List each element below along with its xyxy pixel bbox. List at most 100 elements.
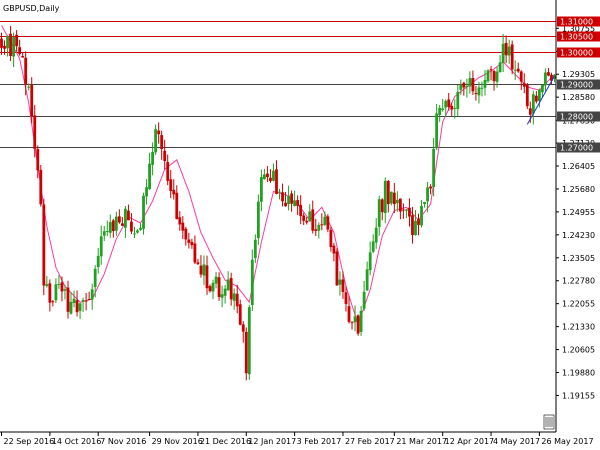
candle-body: [547, 72, 550, 76]
candle-body: [417, 219, 420, 225]
candle-body: [344, 292, 348, 304]
level-price-label: 1.27000: [560, 144, 593, 153]
candle-body: [519, 71, 523, 82]
date-tick-label: 4 May 2017: [493, 437, 540, 446]
candle-body: [392, 192, 396, 205]
candle-body: [471, 77, 475, 92]
candle-body: [356, 315, 360, 334]
candle-body: [160, 135, 164, 150]
candle-body: [75, 300, 79, 313]
candle-body: [489, 69, 493, 71]
candle-body: [117, 216, 121, 223]
candle-body: [305, 220, 309, 223]
candle-body: [108, 222, 112, 233]
candle-body: [42, 204, 46, 286]
chart-title: GBPUSD,Daily: [3, 4, 60, 13]
candle-body: [60, 282, 64, 292]
candle-body: [450, 105, 454, 110]
candle-body: [537, 89, 541, 101]
candle-body: [510, 44, 514, 70]
candle-body: [232, 293, 236, 301]
candle-body: [114, 216, 118, 231]
candle-body: [72, 298, 76, 304]
candle-body: [299, 204, 303, 217]
candle-body: [111, 220, 115, 232]
candle-body: [438, 107, 442, 115]
candle-body: [87, 298, 91, 300]
candle-body: [544, 72, 547, 86]
candle-body: [408, 207, 411, 217]
candle-body: [380, 199, 384, 213]
price-tick-label: 1.22780: [562, 277, 595, 286]
candle-body: [66, 287, 70, 312]
candle-body: [54, 284, 58, 301]
candle-body: [341, 279, 345, 292]
candle-body: [293, 200, 297, 207]
price-tick-label: 1.21330: [562, 323, 595, 332]
candle-body: [0, 38, 3, 48]
candle-body: [105, 231, 109, 233]
candle-body: [99, 236, 103, 257]
candle-body: [208, 286, 212, 292]
candle-body: [534, 95, 538, 102]
candle-body: [426, 187, 429, 202]
candle-body: [281, 192, 284, 202]
candle-body: [513, 69, 517, 71]
candle-body: [284, 202, 287, 207]
candle-body: [389, 191, 393, 204]
candle-body: [414, 220, 417, 236]
candle-body: [27, 86, 31, 88]
candle-body: [220, 294, 224, 298]
candle-body: [256, 201, 260, 239]
candle-body: [531, 94, 535, 114]
date-tick-label: 12 Apr 2017: [445, 437, 494, 446]
price-tick-label: 1.24955: [562, 208, 595, 217]
candle-body: [187, 239, 191, 243]
date-tick-label: 3 Feb 2017: [297, 437, 342, 446]
candle-body: [133, 233, 136, 235]
price-tick-label: 1.22055: [562, 300, 595, 309]
candle-body: [6, 35, 9, 49]
candle-body: [359, 310, 363, 332]
candle-body: [214, 276, 218, 284]
candle-body: [196, 262, 200, 265]
candle-body: [102, 231, 106, 236]
candle-body: [48, 283, 52, 303]
candle-body: [120, 223, 124, 226]
candle-body: [178, 217, 182, 225]
candle-body: [130, 221, 133, 232]
candle-body: [395, 199, 399, 204]
candle-body: [323, 216, 327, 225]
candle-body: [33, 115, 37, 149]
candle-body: [211, 282, 215, 292]
level-price-label: 1.31000: [560, 18, 593, 27]
candle-body: [136, 230, 139, 233]
candle-body: [504, 42, 508, 56]
price-tick-label: 1.29305: [562, 70, 595, 79]
candle-body: [287, 195, 290, 205]
candle-body: [308, 211, 312, 222]
candle-body: [259, 176, 263, 202]
candle-body: [139, 227, 142, 230]
candle-body: [374, 227, 378, 243]
candle-body: [250, 259, 254, 306]
candle-body: [320, 224, 324, 226]
date-tick-label: 14 Oct 2016: [52, 437, 101, 446]
candle-body: [429, 186, 432, 189]
candle-body: [57, 283, 61, 285]
candle-body: [124, 208, 127, 228]
candle-body: [190, 241, 194, 246]
price-tick-label: 1.19155: [562, 391, 595, 400]
candle-body: [93, 268, 97, 288]
candle-body: [154, 129, 158, 153]
candle-body: [486, 70, 490, 82]
candle-body: [226, 279, 230, 291]
date-tick-label: 21 Dec 2016: [200, 437, 251, 446]
candle-body: [244, 331, 248, 374]
candle-body: [127, 210, 130, 221]
level-price-label: 1.28000: [560, 113, 593, 122]
level-price-label: 1.30000: [560, 49, 593, 58]
candle-body: [172, 189, 176, 195]
candle-body: [501, 43, 505, 64]
candle-body: [468, 78, 472, 87]
